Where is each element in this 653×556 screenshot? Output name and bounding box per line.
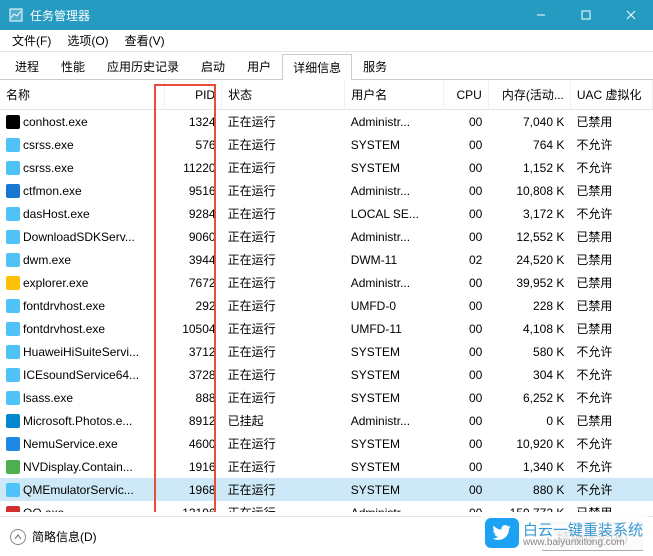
col-mem[interactable]: 内存(活动... — [488, 80, 570, 110]
table-row[interactable]: dasHost.exe9284正在运行LOCAL SE...003,172 K不… — [0, 202, 653, 225]
table-row[interactable]: fontdrvhost.exe292正在运行UMFD-000228 K已禁用 — [0, 294, 653, 317]
table-row[interactable]: HuaweiHiSuiteServi...3712正在运行SYSTEM00580… — [0, 340, 653, 363]
chevron-up-icon[interactable] — [10, 529, 26, 545]
col-user[interactable]: 用户名 — [345, 80, 443, 110]
table-row[interactable]: fontdrvhost.exe10504正在运行UMFD-11004,108 K… — [0, 317, 653, 340]
table-row[interactable]: QQ.exe12196正在运行Administr...00159,772 K已禁… — [0, 501, 653, 512]
process-icon — [6, 207, 20, 221]
menubar: 文件(F) 选项(O) 查看(V) — [0, 30, 653, 52]
process-icon — [6, 460, 20, 474]
table-row[interactable]: explorer.exe7672正在运行Administr...0039,952… — [0, 271, 653, 294]
process-icon — [6, 161, 20, 175]
tabs: 进程性能应用历史记录启动用户详细信息服务 — [0, 52, 653, 80]
table-row[interactable]: NVDisplay.Contain...1916正在运行SYSTEM001,34… — [0, 455, 653, 478]
tab-0[interactable]: 进程 — [4, 53, 50, 79]
process-icon — [6, 322, 20, 336]
col-status[interactable]: 状态 — [222, 80, 345, 110]
process-icon — [6, 115, 20, 129]
process-icon — [6, 437, 20, 451]
menu-options[interactable]: 选项(O) — [59, 30, 116, 51]
table-row[interactable]: QMEmulatorServic...1968正在运行SYSTEM00880 K… — [0, 478, 653, 501]
tab-1[interactable]: 性能 — [50, 53, 96, 79]
table-row[interactable]: lsass.exe888正在运行SYSTEM006,252 K不允许 — [0, 386, 653, 409]
minimize-button[interactable] — [518, 0, 563, 30]
menu-file[interactable]: 文件(F) — [4, 30, 59, 51]
tab-3[interactable]: 启动 — [190, 53, 236, 79]
process-icon — [6, 391, 20, 405]
process-icon — [6, 345, 20, 359]
process-icon — [6, 368, 20, 382]
watermark: 白云一键重装系统 www.baiyunxitong.com — [481, 516, 647, 550]
table-row[interactable]: DownloadSDKServ...9060正在运行Administr...00… — [0, 225, 653, 248]
process-icon — [6, 184, 20, 198]
watermark-brand: 白云一键重装系统 — [523, 522, 643, 539]
col-pid[interactable]: PID — [164, 80, 221, 110]
close-button[interactable] — [608, 0, 653, 30]
table-row[interactable]: Microsoft.Photos.e...8912已挂起Administr...… — [0, 409, 653, 432]
col-name[interactable]: 名称 — [0, 80, 164, 110]
menu-view[interactable]: 查看(V) — [117, 30, 173, 51]
table-row[interactable]: conhost.exe1324正在运行Administr...007,040 K… — [0, 110, 653, 134]
window-title: 任务管理器 — [30, 7, 518, 24]
process-icon — [6, 253, 20, 267]
table-row[interactable]: ICEsoundService64...3728正在运行SYSTEM00304 … — [0, 363, 653, 386]
task-manager-icon — [8, 7, 24, 23]
process-icon — [6, 414, 20, 428]
titlebar[interactable]: 任务管理器 — [0, 0, 653, 30]
process-icon — [6, 230, 20, 244]
table-row[interactable]: csrss.exe11220正在运行SYSTEM001,152 K不允许 — [0, 156, 653, 179]
process-icon — [6, 483, 20, 497]
brief-info-link[interactable]: 简略信息(D) — [32, 528, 97, 545]
watermark-bird-icon — [485, 518, 519, 548]
process-table: 名称 PID 状态 用户名 CPU 内存(活动... UAC 虚拟化 conho… — [0, 80, 653, 512]
table-row[interactable]: NemuService.exe4600正在运行SYSTEM0010,920 K不… — [0, 432, 653, 455]
tab-4[interactable]: 用户 — [236, 53, 282, 79]
tab-5[interactable]: 详细信息 — [282, 54, 352, 80]
process-icon — [6, 276, 20, 290]
process-icon — [6, 506, 20, 513]
table-row[interactable]: csrss.exe576正在运行SYSTEM00764 K不允许 — [0, 133, 653, 156]
process-table-wrap: 名称 PID 状态 用户名 CPU 内存(活动... UAC 虚拟化 conho… — [0, 80, 653, 512]
tab-6[interactable]: 服务 — [352, 53, 398, 79]
process-icon — [6, 299, 20, 313]
table-row[interactable]: ctfmon.exe9516正在运行Administr...0010,808 K… — [0, 179, 653, 202]
col-uac[interactable]: UAC 虚拟化 — [570, 80, 652, 110]
table-header-row: 名称 PID 状态 用户名 CPU 内存(活动... UAC 虚拟化 — [0, 80, 653, 110]
process-icon — [6, 138, 20, 152]
tab-2[interactable]: 应用历史记录 — [96, 53, 190, 79]
table-row[interactable]: dwm.exe3944正在运行DWM-110224,520 K已禁用 — [0, 248, 653, 271]
col-cpu[interactable]: CPU — [443, 80, 488, 110]
maximize-button[interactable] — [563, 0, 608, 30]
